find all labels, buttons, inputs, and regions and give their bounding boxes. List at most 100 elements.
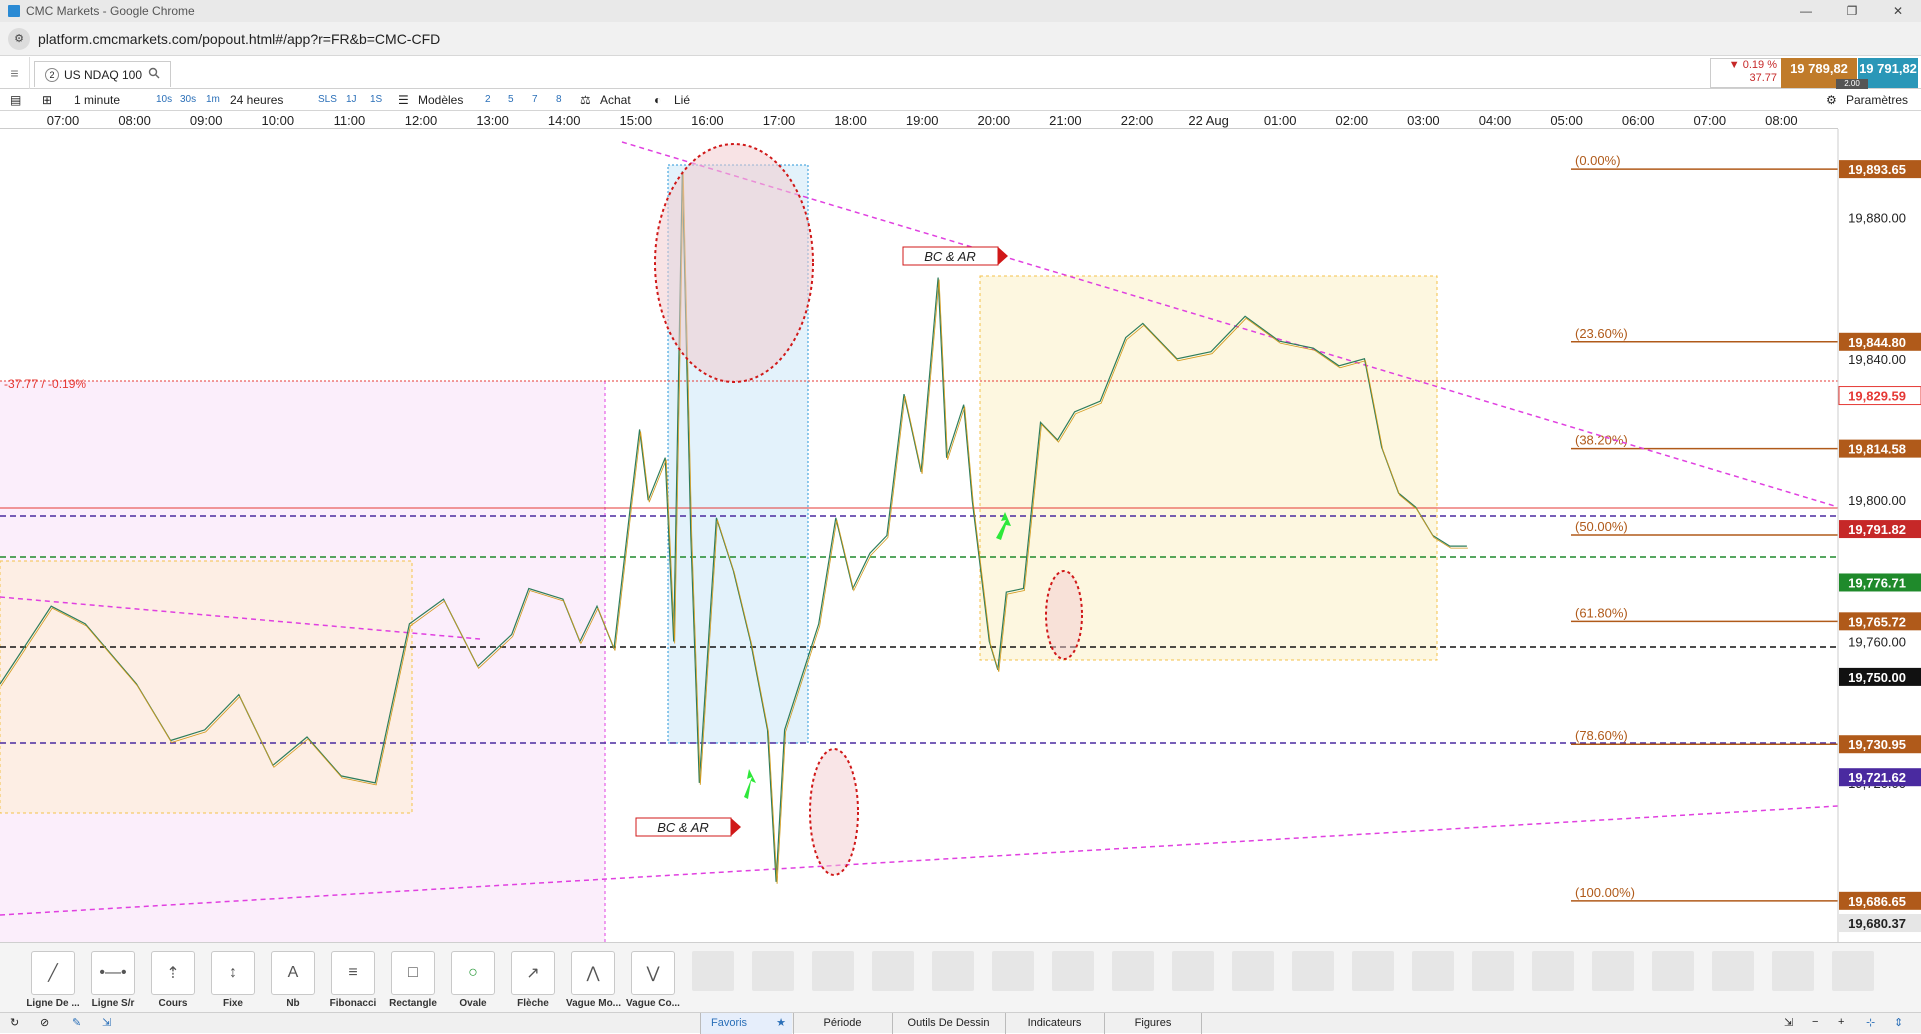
drawing-tool[interactable]: •—• Ligne S/r [86,951,140,1009]
drawing-tool[interactable]: ⇡ Cours [146,951,200,1009]
settings-icon[interactable]: ⚙ [1826,92,1837,108]
price-marker: 19,765.72 [1839,612,1921,631]
empty-tool-slot[interactable] [692,951,734,991]
empty-tool-slot[interactable] [752,951,794,991]
address-bar: ⚙ platform.cmcmarkets.com/popout.html#/a… [0,22,1921,56]
annotation-bc-ar-1[interactable]: BC & AR [902,246,1008,266]
url-field[interactable]: platform.cmcmarkets.com/popout.html#/app… [38,31,440,47]
empty-tool-slot[interactable] [1052,951,1094,991]
zoom-in-icon[interactable]: + [1838,1016,1844,1028]
empty-tool-slot[interactable] [1832,951,1874,991]
drawing-tool[interactable]: ╱ Ligne De ... [26,951,80,1009]
svg-text:19,721.62: 19,721.62 [1848,770,1906,785]
empty-tool-slot[interactable] [1352,951,1394,991]
crosshair-icon[interactable]: ⊹ [1866,1016,1875,1029]
settings-button[interactable]: Paramètres [1846,92,1908,108]
buy-icon: ⚖ [580,93,591,107]
empty-tool-slot[interactable] [1472,951,1514,991]
tab-indicateurs[interactable]: Indicateurs [1005,1013,1103,1034]
empty-tool-slot[interactable] [872,951,914,991]
highlight-ellipse-top[interactable] [654,143,814,383]
svg-text:19,791.82: 19,791.82 [1848,522,1906,537]
empty-tool-slot[interactable] [1232,951,1274,991]
linked-toggle[interactable]: Lié [674,92,690,108]
tab-label: Favoris [711,1017,748,1029]
empty-tool-slot[interactable] [1532,951,1574,991]
count-8[interactable]: 8 [556,92,562,108]
drawing-tool[interactable]: ≡ Fibonacci [326,951,380,1009]
zoom-out-icon[interactable]: − [1812,1016,1818,1028]
tab-outils-de-dessin[interactable]: Outils De Dessin [892,1013,1004,1034]
drawing-tool[interactable]: □ Rectangle [386,951,440,1009]
tf-1s[interactable]: 1S [370,92,382,108]
price-chart[interactable]: -37.77 / -0.19% (0.00%) (23.60%) (38.20%) (… [0,121,1921,942]
spread-badge: 2.00 [1836,79,1868,89]
empty-tool-slot[interactable] [812,951,854,991]
highlight-ellipse-bottom[interactable] [809,748,859,876]
time-tick: 17:00 [762,113,796,128]
tf-sls[interactable]: SLS [318,92,337,108]
browser-titlebar: CMC Markets - Google Chrome — ❐ ✕ [0,0,1921,22]
fit-icon[interactable]: ⇕ [1894,1016,1903,1029]
time-tick: 01:00 [1263,113,1297,128]
tab-favoris[interactable]: Favoris ★ [700,1013,792,1034]
time-tick: 02:00 [1335,113,1369,128]
drawing-toolbar: ╱ Ligne De ... •—• Ligne S/r ⇡ Cours ↕ Fixe A Nb ≡… [0,942,1921,1012]
restore-button[interactable]: ❐ [1829,0,1875,22]
highlight-ellipse-mid[interactable] [1045,570,1083,660]
cancel-icon[interactable]: ⊘ [40,1016,49,1029]
range-box-left [0,560,413,814]
drawing-tool[interactable]: ↗ Flèche [506,951,560,1009]
empty-tool-slot[interactable] [932,951,974,991]
change-pts: 37.77 [1749,72,1777,84]
annotation-bc-ar-2[interactable]: BC & AR [635,817,741,837]
interval-select[interactable]: 1 minute [74,92,120,108]
svg-text:19,776.71: 19,776.71 [1848,575,1906,590]
drawing-tool[interactable]: ↕ Fixe [206,951,260,1009]
drawing-tool[interactable]: A Nb [266,951,320,1009]
empty-tool-slot[interactable] [1652,951,1694,991]
empty-tool-slot[interactable] [1772,951,1814,991]
models-button[interactable]: Modèles [418,92,463,108]
cursor-icon[interactable]: ⇲ [102,1016,111,1029]
tf-30s[interactable]: 30s [180,92,196,108]
count-7[interactable]: 7 [532,92,538,108]
range-select[interactable]: 24 heures [230,92,283,108]
tab-figures[interactable]: Figures [1104,1013,1202,1034]
time-tick: 08:00 [118,113,151,128]
empty-tool-slot[interactable] [1292,951,1334,991]
close-button[interactable]: ✕ [1875,0,1921,22]
chart-area[interactable]: -37.77 / -0.19% (0.00%) (23.60%) (38.20%) (… [0,121,1921,942]
drawing-tool[interactable]: ⋀ Vague Mo... [566,951,621,1009]
drawing-tool[interactable]: ⋁ Vague Co... [626,951,680,1009]
tf-10s[interactable]: 10s [156,92,172,108]
empty-tool-slot[interactable] [1712,951,1754,991]
empty-tool-slot[interactable] [1592,951,1634,991]
zoom-reset-icon[interactable]: ⇲ [1784,1016,1793,1029]
refresh-icon[interactable]: ↻ [10,1016,19,1029]
pencil-icon[interactable]: ✎ [72,1016,81,1029]
empty-tool-slot[interactable] [1112,951,1154,991]
drawing-tool[interactable]: ○ Ovale [446,951,500,1009]
price-marker: 19,844.80 [1839,332,1921,351]
drawing-tool-icon: ↕ [211,951,255,995]
tab-periode[interactable]: Période [793,1013,891,1034]
menu-icon[interactable]: ≡ [0,57,30,89]
tf-1m[interactable]: 1m [206,92,220,108]
empty-tool-slot[interactable] [992,951,1034,991]
site-info-icon[interactable]: ⚙ [8,27,30,50]
list-view-icon[interactable]: ▤ [10,92,21,108]
empty-tool-slot[interactable] [1172,951,1214,991]
empty-tool-slot[interactable] [1412,951,1454,991]
buy-toggle[interactable]: Achat [600,92,631,108]
layout-icon[interactable]: ⊞ [42,92,52,108]
instrument-tab[interactable]: 2 US NDAQ 100 [34,61,172,87]
instrument-name: US NDAQ 100 [64,67,143,82]
search-icon[interactable] [148,67,160,82]
tf-1j[interactable]: 1J [346,92,357,108]
minimize-button[interactable]: — [1783,0,1829,22]
time-tick: 22:00 [1120,113,1154,128]
count-5[interactable]: 5 [508,92,514,108]
count-2[interactable]: 2 [485,92,491,108]
time-tick: 06:00 [1621,113,1655,128]
